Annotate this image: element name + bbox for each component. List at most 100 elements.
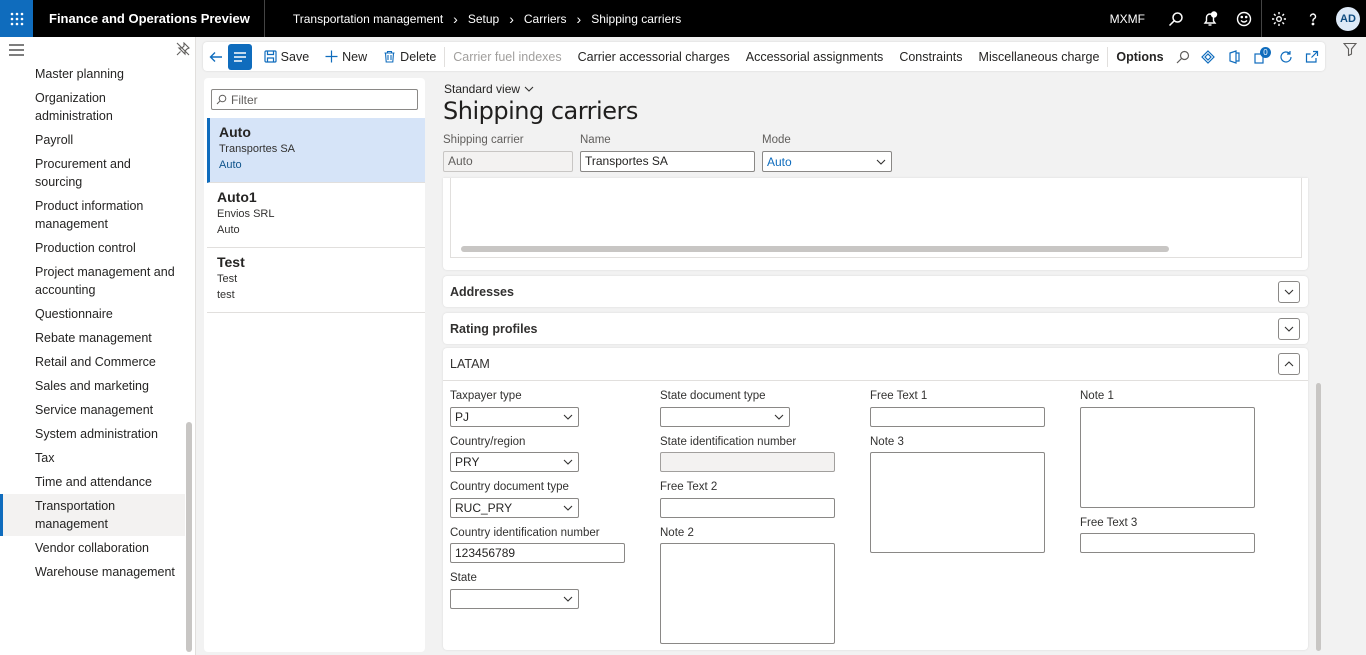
office-icon[interactable] xyxy=(1221,42,1247,71)
shipping-carrier-field[interactable]: Auto xyxy=(443,151,573,172)
notifications-icon[interactable] xyxy=(1193,0,1227,37)
note-2-field[interactable] xyxy=(660,543,835,644)
name-label: Name xyxy=(580,134,611,146)
help-icon[interactable] xyxy=(1296,0,1330,37)
nav-item-payroll[interactable]: Payroll xyxy=(0,128,185,152)
nav-item-master-planning[interactable]: Master planning xyxy=(0,62,185,86)
nav-item-warehouse-management[interactable]: Warehouse management xyxy=(0,560,185,584)
free-text-1-field[interactable] xyxy=(870,407,1045,427)
search-icon[interactable] xyxy=(1172,42,1195,71)
nav-item-production-control[interactable]: Production control xyxy=(0,236,185,260)
miscellaneous-charge-button[interactable]: Miscellaneous charge xyxy=(971,42,1108,71)
taxpayer-type-select[interactable]: PJ xyxy=(450,407,579,427)
name-field[interactable]: Transportes SA xyxy=(580,151,755,172)
company-picker[interactable]: MXMF xyxy=(1110,12,1145,26)
country-identification-number-label: Country identification number xyxy=(450,527,600,539)
free-text-2-field[interactable] xyxy=(660,498,835,518)
breadcrumb-carriers[interactable]: Carriers xyxy=(524,12,567,26)
nav-item-questionnaire[interactable]: Questionnaire xyxy=(0,302,185,326)
nav-item-service-management[interactable]: Service management xyxy=(0,398,185,422)
note-1-field[interactable] xyxy=(1080,407,1255,508)
open-new-window-icon[interactable] xyxy=(1299,42,1325,71)
feedback-smiley-icon[interactable] xyxy=(1227,0,1261,37)
horizontal-scrollbar[interactable] xyxy=(461,246,1169,252)
vertical-scrollbar[interactable] xyxy=(1316,383,1321,651)
menu-list-icon[interactable] xyxy=(228,43,252,70)
chevron-down-icon xyxy=(563,414,573,420)
mode-select[interactable]: Auto xyxy=(762,151,892,172)
fasttab-addresses[interactable]: Addresses xyxy=(443,276,1308,307)
power-apps-icon[interactable] xyxy=(1195,42,1221,71)
nav-item-transportation-management[interactable]: Transportation management xyxy=(0,494,185,536)
nav-item-time-attendance[interactable]: Time and attendance xyxy=(0,470,185,494)
fasttab-latam-title[interactable]: LATAM xyxy=(443,348,1308,381)
search-icon[interactable] xyxy=(1159,0,1193,37)
back-arrow-icon[interactable] xyxy=(203,50,228,64)
attachments-count-badge: 0 xyxy=(1260,47,1271,58)
breadcrumb-module[interactable]: Transportation management xyxy=(293,12,443,26)
list-item-name: Transportes SA xyxy=(219,143,296,155)
nav-item-procurement[interactable]: Procurement and sourcing xyxy=(0,152,185,194)
country-identification-number-field[interactable]: 123456789 xyxy=(450,543,625,563)
avatar[interactable]: AD xyxy=(1336,6,1360,31)
app-launcher-icon[interactable] xyxy=(0,0,33,37)
new-button[interactable]: New xyxy=(317,42,375,71)
constraints-button[interactable]: Constraints xyxy=(891,42,970,71)
state-label: State xyxy=(450,572,477,584)
save-button[interactable]: Save xyxy=(256,42,318,71)
settings-gear-icon[interactable] xyxy=(1262,0,1296,37)
nav-item-tax[interactable]: Tax xyxy=(0,446,185,470)
list-item[interactable]: Auto Transportes SA Auto xyxy=(207,118,425,183)
chevron-down-icon[interactable] xyxy=(1278,318,1300,340)
country-document-type-label: Country document type xyxy=(450,481,569,493)
state-select[interactable] xyxy=(450,589,579,609)
delete-button[interactable]: Delete xyxy=(375,42,444,71)
country-region-select[interactable]: PRY xyxy=(450,452,579,472)
nav-scrollbar[interactable] xyxy=(186,422,192,652)
refresh-icon[interactable] xyxy=(1273,42,1299,71)
unpin-icon[interactable] xyxy=(176,42,190,56)
nav-item-sales-marketing[interactable]: Sales and marketing xyxy=(0,374,185,398)
carrier-fuel-indexes-button[interactable]: Carrier fuel indexes xyxy=(445,42,569,71)
list-item-mode: Auto xyxy=(217,224,240,236)
state-identification-number-field[interactable] xyxy=(660,452,835,472)
country-document-type-select[interactable]: RUC_PRY xyxy=(450,498,579,518)
note-3-field[interactable] xyxy=(870,452,1045,553)
list-item[interactable]: Auto1 Envios SRL Auto xyxy=(207,183,425,248)
view-selector-label: Standard view xyxy=(444,82,521,96)
free-text-3-field[interactable] xyxy=(1080,533,1255,553)
nav-item-product-information[interactable]: Product information management xyxy=(0,194,185,236)
list-item-title: Auto xyxy=(219,124,251,140)
nav-item-rebate-management[interactable]: Rebate management xyxy=(0,326,185,350)
note-2-label: Note 2 xyxy=(660,527,694,539)
app-title[interactable]: Finance and Operations Preview xyxy=(33,0,265,37)
mode-value: Auto xyxy=(767,154,792,169)
options-tab[interactable]: Options xyxy=(1108,42,1171,71)
nav-item-retail-commerce[interactable]: Retail and Commerce xyxy=(0,350,185,374)
breadcrumb-page[interactable]: Shipping carriers xyxy=(591,12,681,26)
breadcrumb-setup[interactable]: Setup xyxy=(468,12,499,26)
nav-item-system-administration[interactable]: System administration xyxy=(0,422,185,446)
accessorial-assignments-button[interactable]: Accessorial assignments xyxy=(738,42,892,71)
hamburger-menu-icon[interactable] xyxy=(8,43,26,57)
list-item[interactable]: Test Test test xyxy=(207,248,425,313)
view-selector[interactable]: Standard view xyxy=(444,82,535,96)
taxpayer-type-label: Taxpayer type xyxy=(450,390,522,402)
filter-funnel-icon[interactable] xyxy=(1343,42,1357,56)
chevron-up-icon[interactable] xyxy=(1278,353,1300,375)
carrier-accessorial-charges-button[interactable]: Carrier accessorial charges xyxy=(570,42,738,71)
free-text-2-label: Free Text 2 xyxy=(660,481,718,493)
country-region-label: Country/region xyxy=(450,436,526,448)
nav-item-vendor-collaboration[interactable]: Vendor collaboration xyxy=(0,536,185,560)
chevron-down-icon xyxy=(524,86,534,92)
attachments-icon[interactable]: 0 xyxy=(1247,42,1273,71)
nav-item-project-management[interactable]: Project management and accounting xyxy=(0,260,185,302)
state-identification-number-label: State identification number xyxy=(660,436,797,448)
fasttab-rating-profiles[interactable]: Rating profiles xyxy=(443,313,1308,344)
chevron-down-icon[interactable] xyxy=(1278,281,1300,303)
state-document-type-select[interactable] xyxy=(660,407,790,427)
taxpayer-type-value: PJ xyxy=(455,410,470,424)
nav-item-organization-administration[interactable]: Organization administration xyxy=(0,86,185,128)
filter-input[interactable]: Filter xyxy=(211,89,418,110)
page-title: Shipping carriers xyxy=(443,97,638,125)
